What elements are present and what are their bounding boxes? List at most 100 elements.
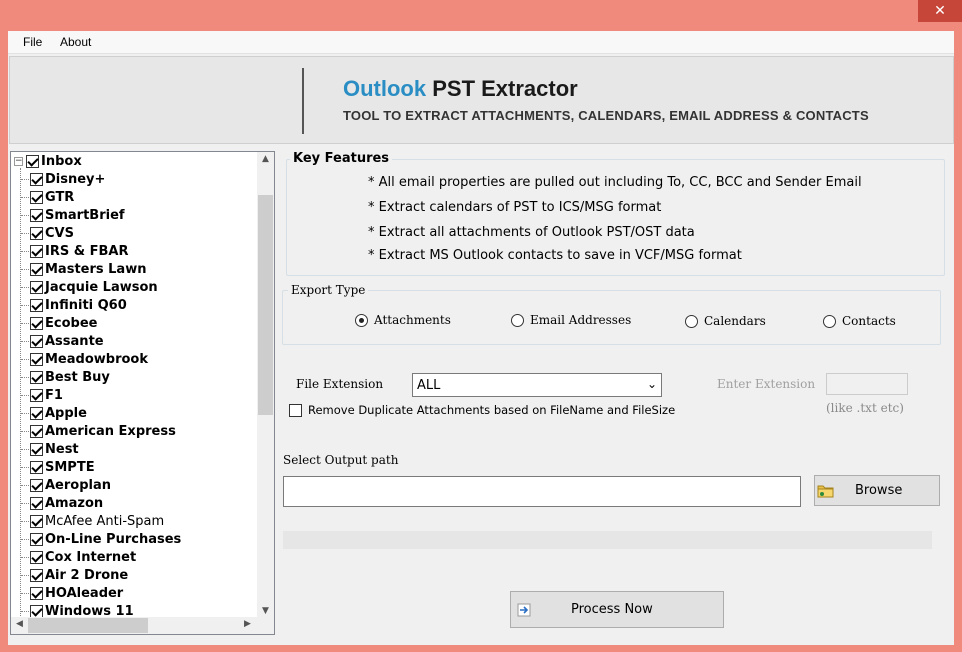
- export-type-title: Export Type: [288, 283, 369, 297]
- tree-connector: [21, 520, 29, 522]
- tree-item-checkbox[interactable]: [30, 568, 43, 582]
- scroll-thumb[interactable]: [258, 195, 273, 415]
- menu-bar: File About: [8, 31, 954, 54]
- tree-horizontal-scrollbar[interactable]: ◀ ▶: [11, 617, 274, 634]
- tree-item-checkbox[interactable]: [30, 208, 43, 222]
- close-window-button[interactable]: ✕: [918, 0, 962, 22]
- file-extension-select[interactable]: ALL ⌄: [412, 373, 662, 397]
- tree-item-label: GTR: [45, 189, 75, 205]
- tree-item-checkbox[interactable]: [30, 298, 43, 312]
- radio-contacts-circle[interactable]: [823, 314, 836, 328]
- tree-item-label: Ecobee: [45, 315, 98, 331]
- tree-item-label: Assante: [45, 333, 104, 349]
- tree-root-checkbox[interactable]: [26, 154, 39, 168]
- app-title-outlook: Outlook: [343, 76, 427, 101]
- tree-item-checkbox[interactable]: [30, 370, 43, 384]
- menu-about[interactable]: About: [60, 35, 91, 49]
- tree-item[interactable]: Assante: [21, 332, 104, 350]
- tree-connector: [21, 484, 29, 486]
- file-extension-label: File Extension: [296, 377, 384, 391]
- tree-item[interactable]: CVS: [21, 224, 74, 242]
- tree-item-checkbox[interactable]: [30, 514, 43, 528]
- tree-item[interactable]: Aeroplan: [21, 476, 111, 494]
- tree-item[interactable]: Meadowbrook: [21, 350, 148, 368]
- collapse-icon[interactable]: −: [14, 156, 23, 166]
- tree-item-checkbox[interactable]: [30, 424, 43, 438]
- tree-item-checkbox[interactable]: [30, 280, 43, 294]
- tree-item-checkbox[interactable]: [30, 442, 43, 456]
- radio-calendars[interactable]: Calendars: [685, 314, 766, 328]
- tree-item[interactable]: Disney+: [21, 170, 105, 188]
- tree-item[interactable]: HOAleader: [21, 584, 123, 602]
- scroll-left-icon[interactable]: ◀: [11, 619, 28, 629]
- tree-item[interactable]: Infiniti Q60: [21, 296, 127, 314]
- folder-tree[interactable]: − Inbox Disney+ GTR SmartBrief CVS IRS & FBA…: [10, 151, 275, 635]
- scroll-right-icon[interactable]: ▶: [239, 619, 256, 629]
- extension-input[interactable]: [826, 373, 908, 395]
- tree-item[interactable]: American Express: [21, 422, 176, 440]
- hscroll-thumb[interactable]: [28, 618, 148, 633]
- radio-calendars-circle[interactable]: [685, 314, 698, 328]
- radio-contacts[interactable]: Contacts: [823, 314, 896, 328]
- tree-item-checkbox[interactable]: [30, 478, 43, 492]
- tree-item[interactable]: SMPTE: [21, 458, 95, 476]
- tree-item-checkbox[interactable]: [30, 352, 43, 366]
- tree-item-checkbox[interactable]: [30, 550, 43, 564]
- tree-item[interactable]: Best Buy: [21, 368, 110, 386]
- tree-item-checkbox[interactable]: [30, 262, 43, 276]
- folder-icon: [817, 485, 834, 497]
- radio-email-addresses-circle[interactable]: [511, 313, 524, 327]
- process-icon: [517, 603, 531, 616]
- radio-email-addresses[interactable]: Email Addresses: [511, 313, 631, 327]
- tree-item-label: Nest: [45, 441, 79, 457]
- output-path-input[interactable]: [283, 476, 801, 507]
- tree-item-checkbox[interactable]: [30, 226, 43, 240]
- tree-item-checkbox[interactable]: [30, 388, 43, 402]
- chevron-down-icon[interactable]: ⌄: [647, 377, 657, 391]
- tree-item[interactable]: Jacquie Lawson: [21, 278, 158, 296]
- scroll-up-icon[interactable]: ▲: [257, 154, 274, 164]
- tree-item[interactable]: Amazon: [21, 494, 103, 512]
- tree-item[interactable]: GTR: [21, 188, 74, 206]
- tree-item[interactable]: IRS & FBAR: [21, 242, 128, 260]
- scroll-down-icon[interactable]: ▼: [257, 606, 274, 616]
- tree-item-checkbox[interactable]: [30, 586, 43, 600]
- tree-item[interactable]: F1: [21, 386, 63, 404]
- tree-item[interactable]: SmartBrief: [21, 206, 125, 224]
- remove-duplicates-checkbox[interactable]: [289, 403, 302, 417]
- tree-item[interactable]: Apple: [21, 404, 87, 422]
- tree-item-checkbox[interactable]: [30, 172, 43, 186]
- tree-item[interactable]: McAfee Anti-Spam: [21, 512, 164, 530]
- tree-item[interactable]: Ecobee: [21, 314, 97, 332]
- tree-item[interactable]: Air 2 Drone: [21, 566, 128, 584]
- remove-duplicates-option[interactable]: Remove Duplicate Attachments based on Fi…: [289, 403, 675, 417]
- tree-connector: [21, 574, 29, 576]
- tree-item-checkbox[interactable]: [30, 496, 43, 510]
- process-now-button[interactable]: Process Now: [510, 591, 724, 628]
- tree-item-checkbox[interactable]: [30, 406, 43, 420]
- menu-file[interactable]: File: [23, 35, 42, 49]
- tree-item-checkbox[interactable]: [30, 604, 43, 618]
- tree-item-checkbox[interactable]: [30, 532, 43, 546]
- tree-item[interactable]: On-Line Purchases: [21, 530, 181, 548]
- extension-hint: (like .txt etc): [826, 401, 904, 415]
- tree-vertical-scrollbar[interactable]: ▲ ▼: [257, 152, 274, 618]
- tree-item-label: Aeroplan: [45, 477, 112, 493]
- radio-attachments-circle[interactable]: [355, 313, 368, 327]
- tree-item-checkbox[interactable]: [30, 190, 43, 204]
- tree-item-checkbox[interactable]: [30, 316, 43, 330]
- browse-button[interactable]: Browse: [814, 475, 940, 506]
- tree-item[interactable]: Nest: [21, 440, 79, 458]
- header-banner: Outlook PST Extractor TOOL TO EXTRACT AT…: [9, 56, 954, 144]
- tree-item[interactable]: Masters Lawn: [21, 260, 146, 278]
- tree-item-label: Masters Lawn: [45, 261, 147, 277]
- tree-connector: [21, 268, 29, 270]
- tree-root-row[interactable]: − Inbox: [14, 152, 82, 170]
- tree-item-checkbox[interactable]: [30, 334, 43, 348]
- tree-item-checkbox[interactable]: [30, 244, 43, 258]
- app-title-product: PST Extractor: [432, 76, 578, 101]
- radio-attachments[interactable]: Attachments: [355, 313, 451, 327]
- tree-item[interactable]: Cox Internet: [21, 548, 136, 566]
- remove-duplicates-label: Remove Duplicate Attachments based on Fi…: [308, 403, 676, 417]
- tree-item-checkbox[interactable]: [30, 460, 43, 474]
